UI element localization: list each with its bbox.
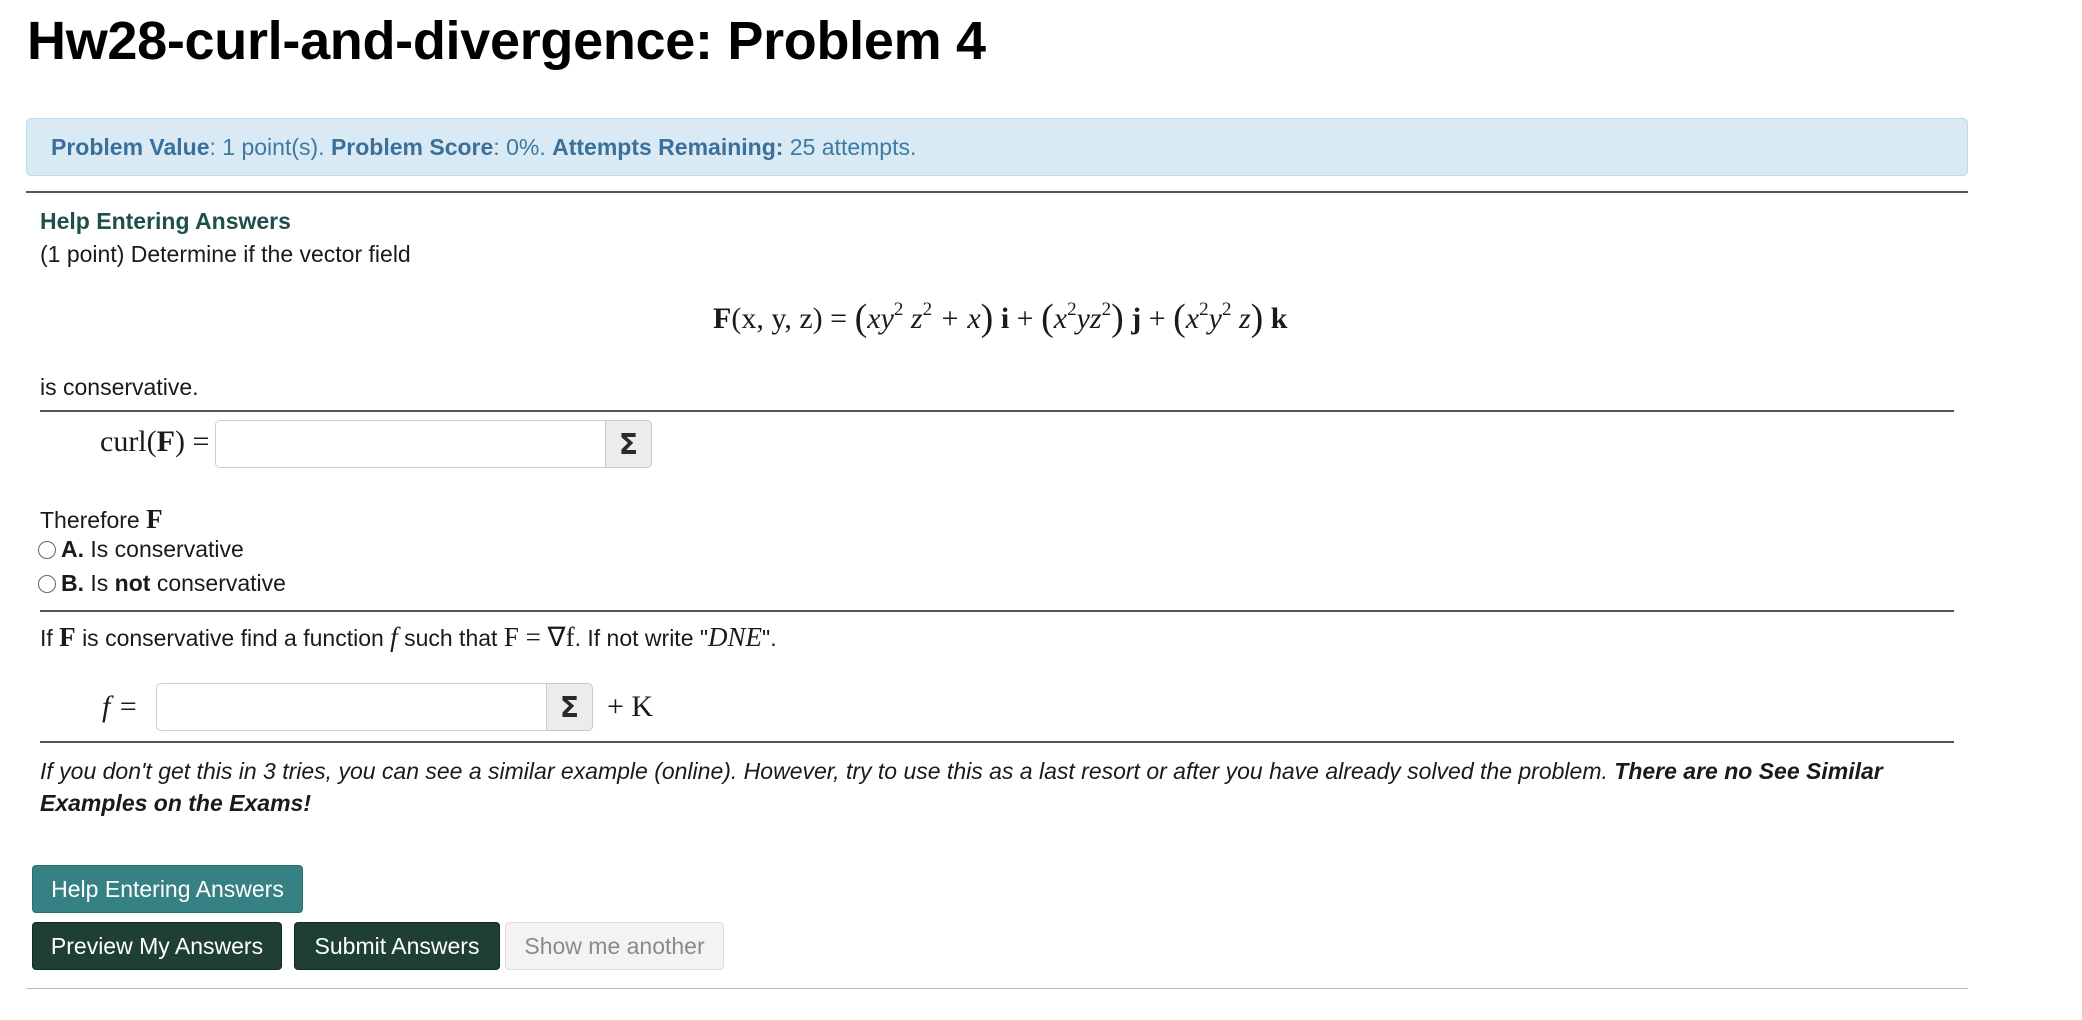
option-a[interactable]: A. Is conservative [38,536,244,563]
preview-answers-button[interactable]: Preview My Answers [32,922,282,970]
radio-option-b[interactable] [38,574,56,593]
f-answer-input[interactable] [156,683,549,731]
divider [40,610,1954,612]
therefore-text: Therefore F [40,504,163,534]
curl-answer-input[interactable] [215,420,608,468]
problem-score: : 0%. [493,133,546,160]
problem-score-label: Problem Score [330,133,494,160]
help-entering-answers-link[interactable]: Help Entering Answers [40,208,291,235]
plus-constant-k: + K [607,690,654,723]
equation-editor-button[interactable]: Σ [605,420,652,468]
radio-option-a[interactable] [38,540,56,559]
divider [26,988,1968,989]
submit-answers-button[interactable]: Submit Answers [294,922,500,970]
page-title: Hw28-curl-and-divergence: Problem 4 [27,11,986,71]
show-me-another-button[interactable]: Show me another [505,922,724,970]
divider [40,410,1954,412]
curl-label: curl(F) = [100,425,210,458]
vector-field-equation: F(x, y, z) = (xy2 z2 + x) i + (x2yz2) j … [713,297,1288,339]
help-entering-answers-button[interactable]: Help Entering Answers [32,865,303,913]
option-b[interactable]: B. Is not conservative [38,570,286,597]
f-label: f = [102,690,139,723]
is-conservative-text: is conservative. [40,374,199,400]
problem-value-label: Problem Value [51,133,210,160]
attempts-remaining: 25 attempts. [789,133,917,160]
find-function-prompt: If F is conservative find a function f s… [40,622,777,652]
attempts-remaining-label: Attempts Remaining: [552,133,784,160]
see-similar-note: If you don't get this in 3 tries, you ca… [40,758,1883,816]
problem-intro: (1 point) Determine if the vector field [40,241,411,267]
problem-status-bar: Problem Value : 1 point(s). Problem Scor… [26,118,1968,176]
equation-editor-button[interactable]: Σ [546,683,593,731]
divider [26,191,1968,193]
problem-value: : 1 point(s). [209,133,325,160]
divider [40,741,1954,743]
